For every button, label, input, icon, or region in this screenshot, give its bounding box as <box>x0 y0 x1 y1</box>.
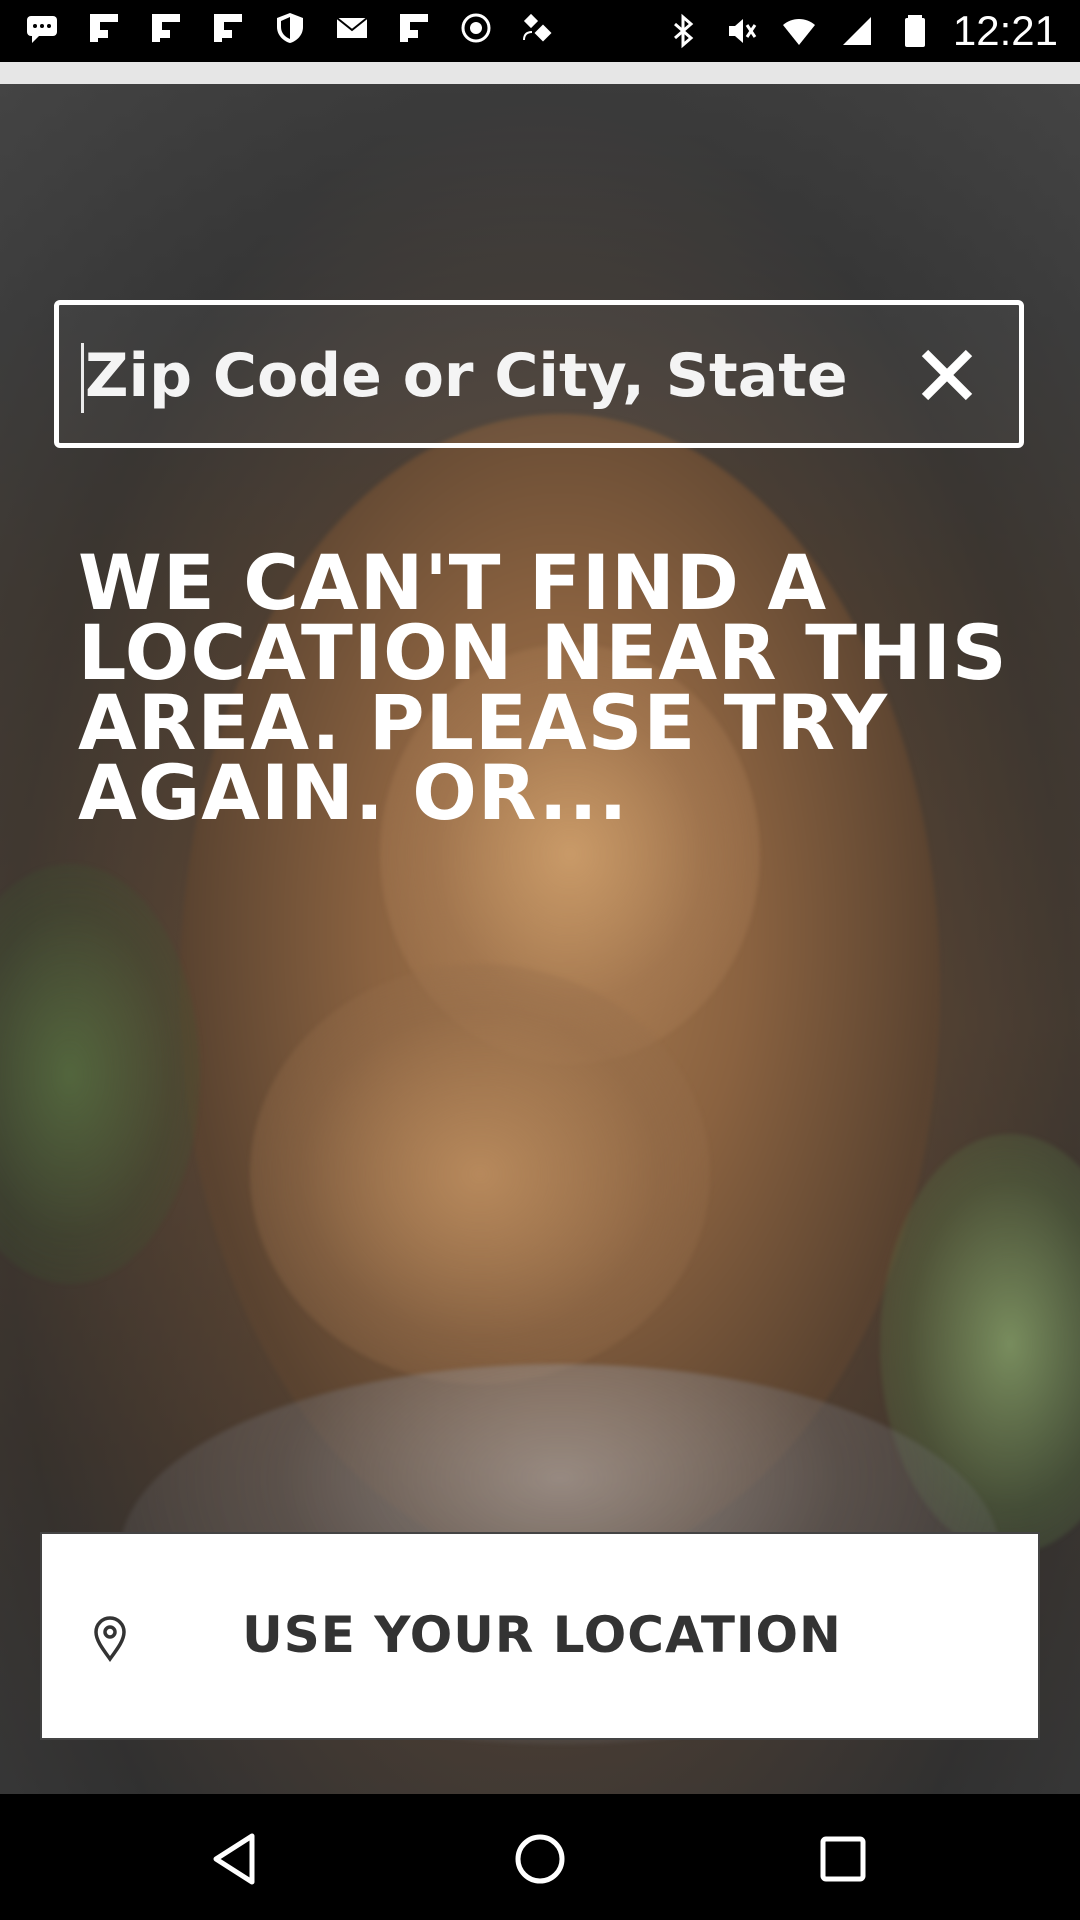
shield-icon <box>270 8 310 48</box>
back-button[interactable] <box>202 1824 272 1894</box>
home-button[interactable] <box>505 1824 575 1894</box>
location-not-found-message: WE CAN'T FIND A LOCATION NEAR THIS AREA.… <box>78 538 1008 837</box>
text-caret <box>81 343 84 413</box>
status-time: 12:21 <box>952 7 1058 54</box>
food-blob <box>250 964 710 1384</box>
wifi-icon <box>779 11 819 51</box>
flipboard-icon <box>394 8 434 48</box>
flipboard-icon <box>146 8 186 48</box>
clear-search-button[interactable] <box>915 343 979 407</box>
notification-icons <box>22 8 558 48</box>
location-search-box <box>54 300 1024 448</box>
mail-icon <box>332 8 372 48</box>
signal-icon <box>837 11 877 51</box>
recents-icon <box>820 1836 866 1882</box>
flipboard-icon <box>84 8 124 48</box>
circle-icon <box>456 8 496 48</box>
fake-gps-icon <box>518 8 558 48</box>
recents-button[interactable] <box>808 1824 878 1894</box>
bluetooth-icon <box>663 11 703 51</box>
back-icon <box>213 1833 255 1885</box>
close-icon <box>921 349 973 401</box>
flipboard-icon <box>208 8 248 48</box>
zip-city-search-input[interactable] <box>85 331 915 421</box>
system-icons: 12:21 <box>663 8 1058 54</box>
system-navigation-bar <box>0 1794 1080 1920</box>
use-your-location-button[interactable]: USE YOUR LOCATION <box>40 1532 1040 1740</box>
use-your-location-label: USE YOUR LOCATION <box>242 1606 842 1664</box>
status-bar: 12:21 <box>0 0 1080 62</box>
app-top-strip <box>0 62 1080 84</box>
mute-icon <box>721 11 761 51</box>
chat-bubble-icon <box>22 8 62 48</box>
home-icon <box>515 1834 565 1884</box>
battery-icon <box>895 11 935 51</box>
lettuce-blob <box>0 864 200 1284</box>
